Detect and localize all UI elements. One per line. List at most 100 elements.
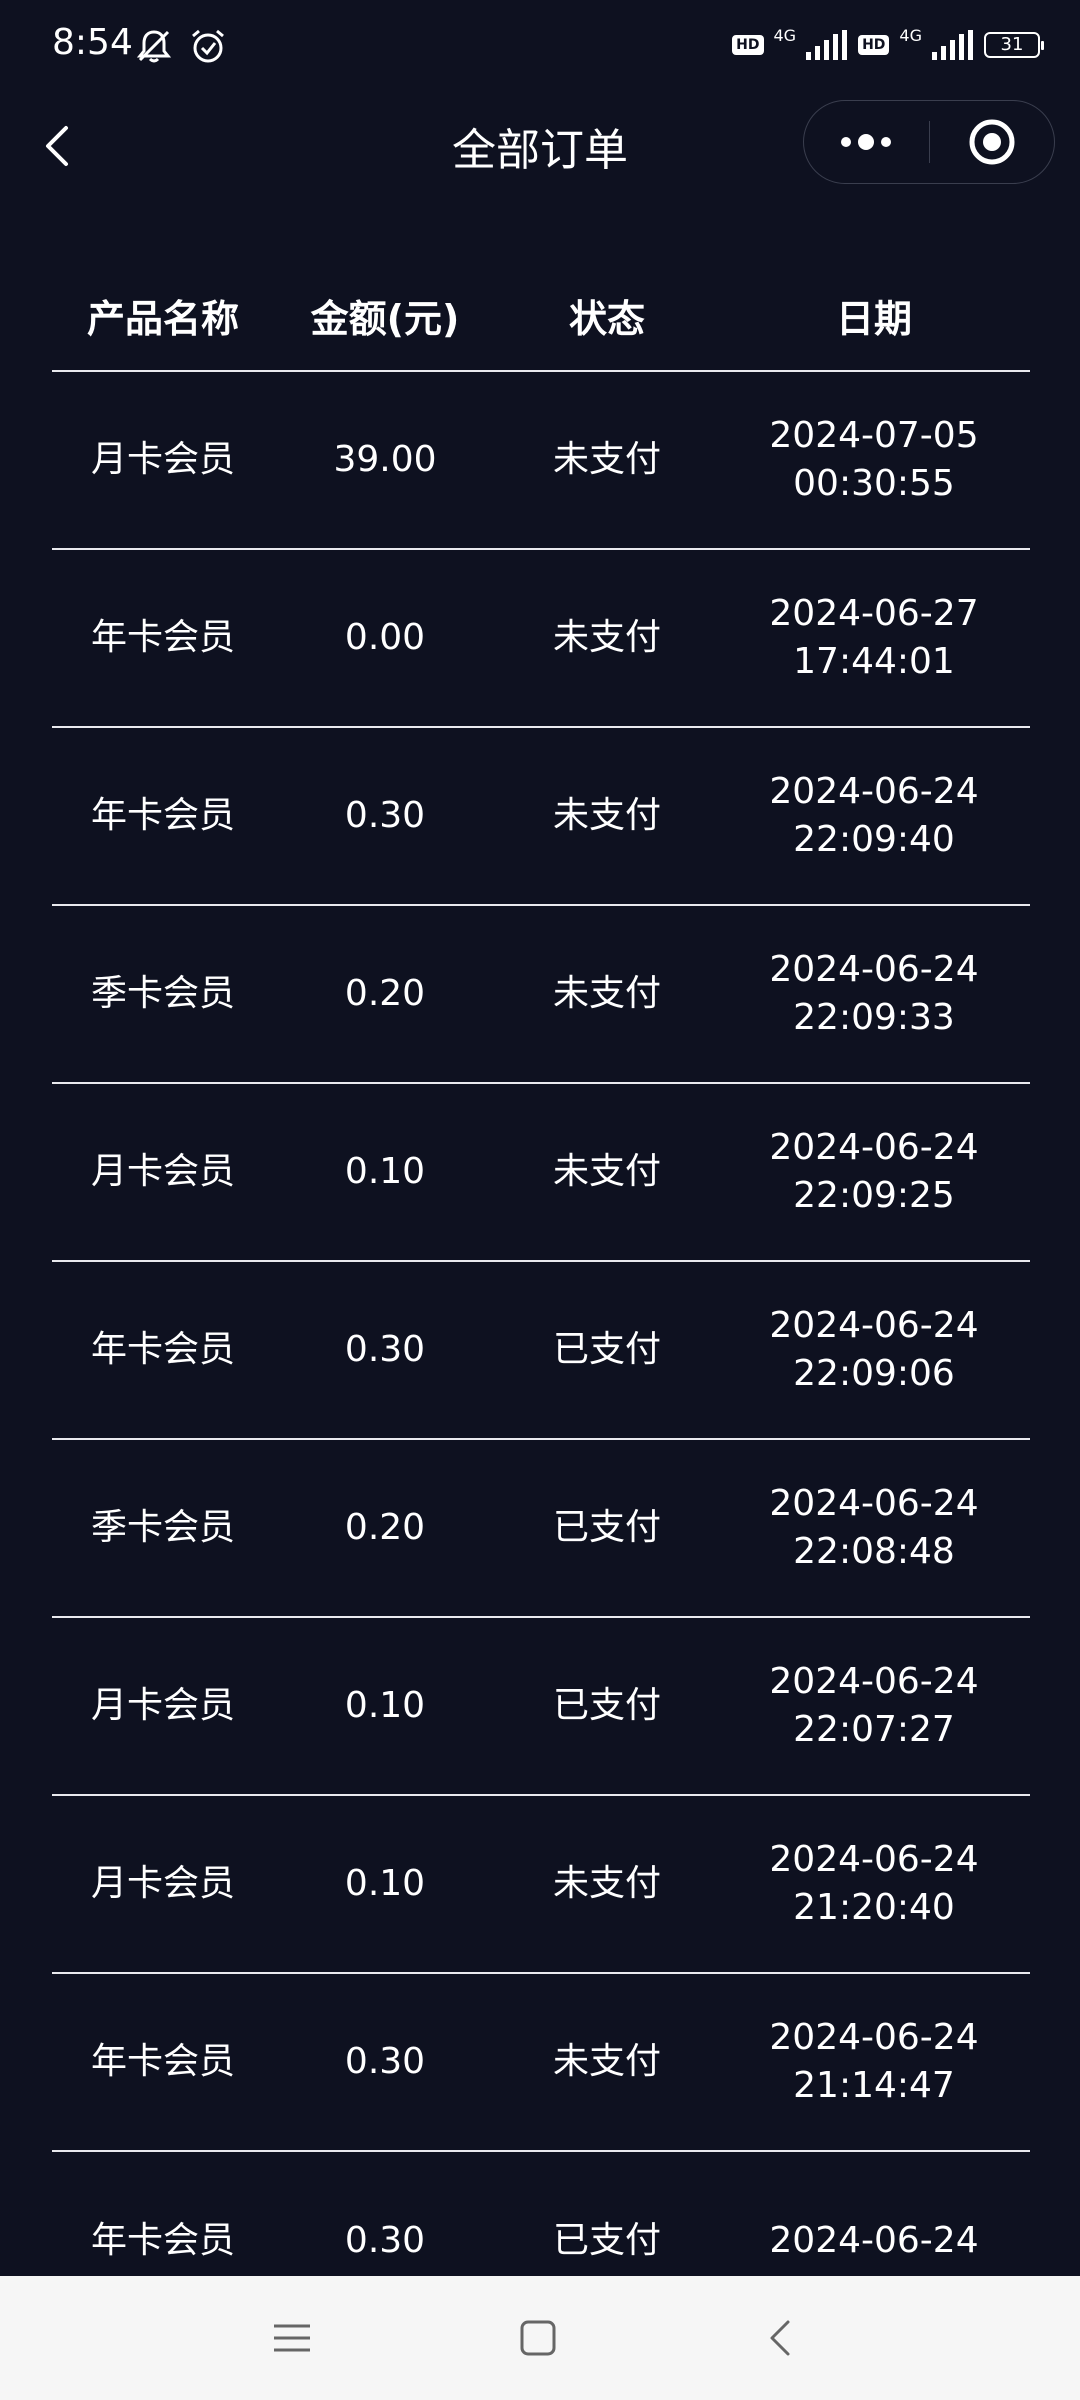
product-name: 季卡会员 bbox=[90, 973, 235, 1014]
status: 未支付 bbox=[552, 1863, 661, 1904]
status-bar: 8:54 HD 4G HD 4G 31 bbox=[0, 0, 1080, 100]
date: 2024-06-24 bbox=[718, 2217, 1030, 2265]
product-name: 年卡会员 bbox=[90, 2041, 235, 2082]
date: 2024-06-24 21:14:47 bbox=[718, 2014, 1030, 2110]
date-time: 21:14:47 bbox=[793, 2065, 955, 2106]
table-header: 产品名称 金额(元) 状态 日期 bbox=[52, 260, 1030, 372]
more-icon bbox=[841, 134, 891, 150]
table-row[interactable]: 年卡会员 0.30 未支付 2024-06-24 22:09:40 bbox=[52, 728, 1030, 906]
date-day: 2024-06-24 bbox=[769, 1839, 979, 1880]
date-time: 22:09:33 bbox=[793, 997, 955, 1038]
status: 未支付 bbox=[552, 973, 661, 1014]
amount: 0.10 bbox=[344, 1863, 426, 1904]
date-day: 2024-06-24 bbox=[769, 1661, 979, 1702]
date-day: 2024-07-05 bbox=[769, 415, 979, 456]
amount: 0.10 bbox=[344, 1685, 426, 1726]
product-name: 月卡会员 bbox=[90, 1151, 235, 1192]
status: 未支付 bbox=[552, 617, 661, 658]
date-day: 2024-06-24 bbox=[769, 1127, 979, 1168]
more-button[interactable] bbox=[804, 101, 929, 183]
date-day: 2024-06-24 bbox=[769, 1305, 979, 1346]
date-day: 2024-06-27 bbox=[769, 593, 979, 634]
capsule-menu bbox=[803, 100, 1055, 184]
product-name: 年卡会员 bbox=[90, 2220, 235, 2261]
date-time: 17:44:01 bbox=[793, 641, 955, 682]
status: 已支付 bbox=[552, 1329, 661, 1370]
status: 未支付 bbox=[552, 795, 661, 836]
date: 2024-06-24 22:09:40 bbox=[718, 768, 1030, 864]
table-row[interactable]: 年卡会员 0.30 未支付 2024-06-24 21:14:47 bbox=[52, 1974, 1030, 2152]
header: 全部订单 bbox=[0, 100, 1080, 220]
product-name: 年卡会员 bbox=[90, 617, 235, 658]
date: 2024-06-24 22:09:25 bbox=[718, 1124, 1030, 1220]
status-time: 8:54 bbox=[52, 22, 133, 63]
home-button[interactable] bbox=[506, 2306, 570, 2370]
product-name: 季卡会员 bbox=[90, 1507, 235, 1548]
status: 未支付 bbox=[552, 1151, 661, 1192]
table-row[interactable]: 月卡会员 39.00 未支付 2024-07-05 00:30:55 bbox=[52, 372, 1030, 550]
table-row[interactable]: 月卡会员 0.10 未支付 2024-06-24 21:20:40 bbox=[52, 1796, 1030, 1974]
table-row[interactable]: 月卡会员 0.10 已支付 2024-06-24 22:07:27 bbox=[52, 1618, 1030, 1796]
date: 2024-06-24 22:08:48 bbox=[718, 1480, 1030, 1576]
network-type: 4G bbox=[773, 25, 797, 45]
date-time: 21:20:40 bbox=[793, 1887, 955, 1928]
system-back-button[interactable] bbox=[750, 2306, 814, 2370]
date: 2024-06-27 17:44:01 bbox=[718, 590, 1030, 686]
column-header-product: 产品名称 bbox=[86, 296, 239, 341]
date-time: 22:07:27 bbox=[793, 1709, 955, 1750]
close-button[interactable] bbox=[930, 101, 1054, 183]
amount: 0.30 bbox=[344, 1329, 426, 1370]
date-time: 22:09:25 bbox=[793, 1175, 955, 1216]
amount: 0.20 bbox=[344, 973, 426, 1014]
amount: 0.20 bbox=[344, 1507, 426, 1548]
table-row[interactable]: 季卡会员 0.20 未支付 2024-06-24 22:09:33 bbox=[52, 906, 1030, 1084]
amount: 0.00 bbox=[344, 617, 426, 658]
date-time: 22:09:40 bbox=[793, 819, 955, 860]
column-header-status: 状态 bbox=[568, 296, 645, 341]
date-day: 2024-06-24 bbox=[769, 1483, 979, 1524]
product-name: 年卡会员 bbox=[90, 1329, 235, 1370]
signal-icon bbox=[806, 30, 848, 60]
date-time: 22:09:06 bbox=[793, 1353, 955, 1394]
hd-badge: HD bbox=[732, 35, 764, 55]
date-time: 00:30:55 bbox=[793, 463, 955, 504]
status: 未支付 bbox=[552, 439, 661, 480]
amount: 0.10 bbox=[344, 1151, 426, 1192]
status: 已支付 bbox=[552, 1507, 661, 1548]
column-header-amount: 金额(元) bbox=[310, 296, 460, 341]
status: 已支付 bbox=[552, 2220, 661, 2261]
date-day: 2024-06-24 bbox=[769, 949, 979, 990]
column-header-date: 日期 bbox=[835, 296, 912, 341]
amount: 0.30 bbox=[344, 2041, 426, 2082]
signal-icon bbox=[932, 30, 973, 60]
battery-icon: 31 bbox=[984, 32, 1044, 58]
table-row[interactable]: 月卡会员 0.10 未支付 2024-06-24 22:09:25 bbox=[52, 1084, 1030, 1262]
alarm-icon bbox=[192, 29, 224, 63]
table-row[interactable]: 年卡会员 0.30 已支付 2024-06-24 22:09:06 bbox=[52, 1262, 1030, 1440]
date: 2024-06-24 22:09:33 bbox=[718, 946, 1030, 1042]
menu-icon bbox=[274, 2324, 310, 2352]
amount: 0.30 bbox=[344, 2220, 426, 2261]
status: 已支付 bbox=[552, 1685, 661, 1726]
amount: 0.30 bbox=[344, 795, 426, 836]
date-day: 2024-06-24 bbox=[769, 771, 979, 812]
status: 未支付 bbox=[552, 2041, 661, 2082]
recent-apps-button[interactable] bbox=[260, 2306, 324, 2370]
table-row[interactable]: 年卡会员 0.00 未支付 2024-06-27 17:44:01 bbox=[52, 550, 1030, 728]
network-type: 4G bbox=[899, 25, 922, 45]
date: 2024-06-24 22:09:06 bbox=[718, 1302, 1030, 1398]
date: 2024-07-05 00:30:55 bbox=[718, 412, 1030, 508]
date-time: 22:08:48 bbox=[793, 1531, 955, 1572]
date-day: 2024-06-24 bbox=[769, 2220, 979, 2261]
hd-badge: HD bbox=[858, 35, 890, 55]
date-day: 2024-06-24 bbox=[769, 2017, 979, 2058]
table-row[interactable]: 季卡会员 0.20 已支付 2024-06-24 22:08:48 bbox=[52, 1440, 1030, 1618]
back-icon bbox=[770, 2320, 790, 2356]
home-icon bbox=[520, 2320, 556, 2356]
product-name: 月卡会员 bbox=[90, 1863, 235, 1904]
navigation-bar bbox=[0, 2276, 1080, 2400]
date: 2024-06-24 22:07:27 bbox=[718, 1658, 1030, 1754]
product-name: 年卡会员 bbox=[90, 795, 235, 836]
product-name: 月卡会员 bbox=[90, 439, 235, 480]
date: 2024-06-24 21:20:40 bbox=[718, 1836, 1030, 1932]
